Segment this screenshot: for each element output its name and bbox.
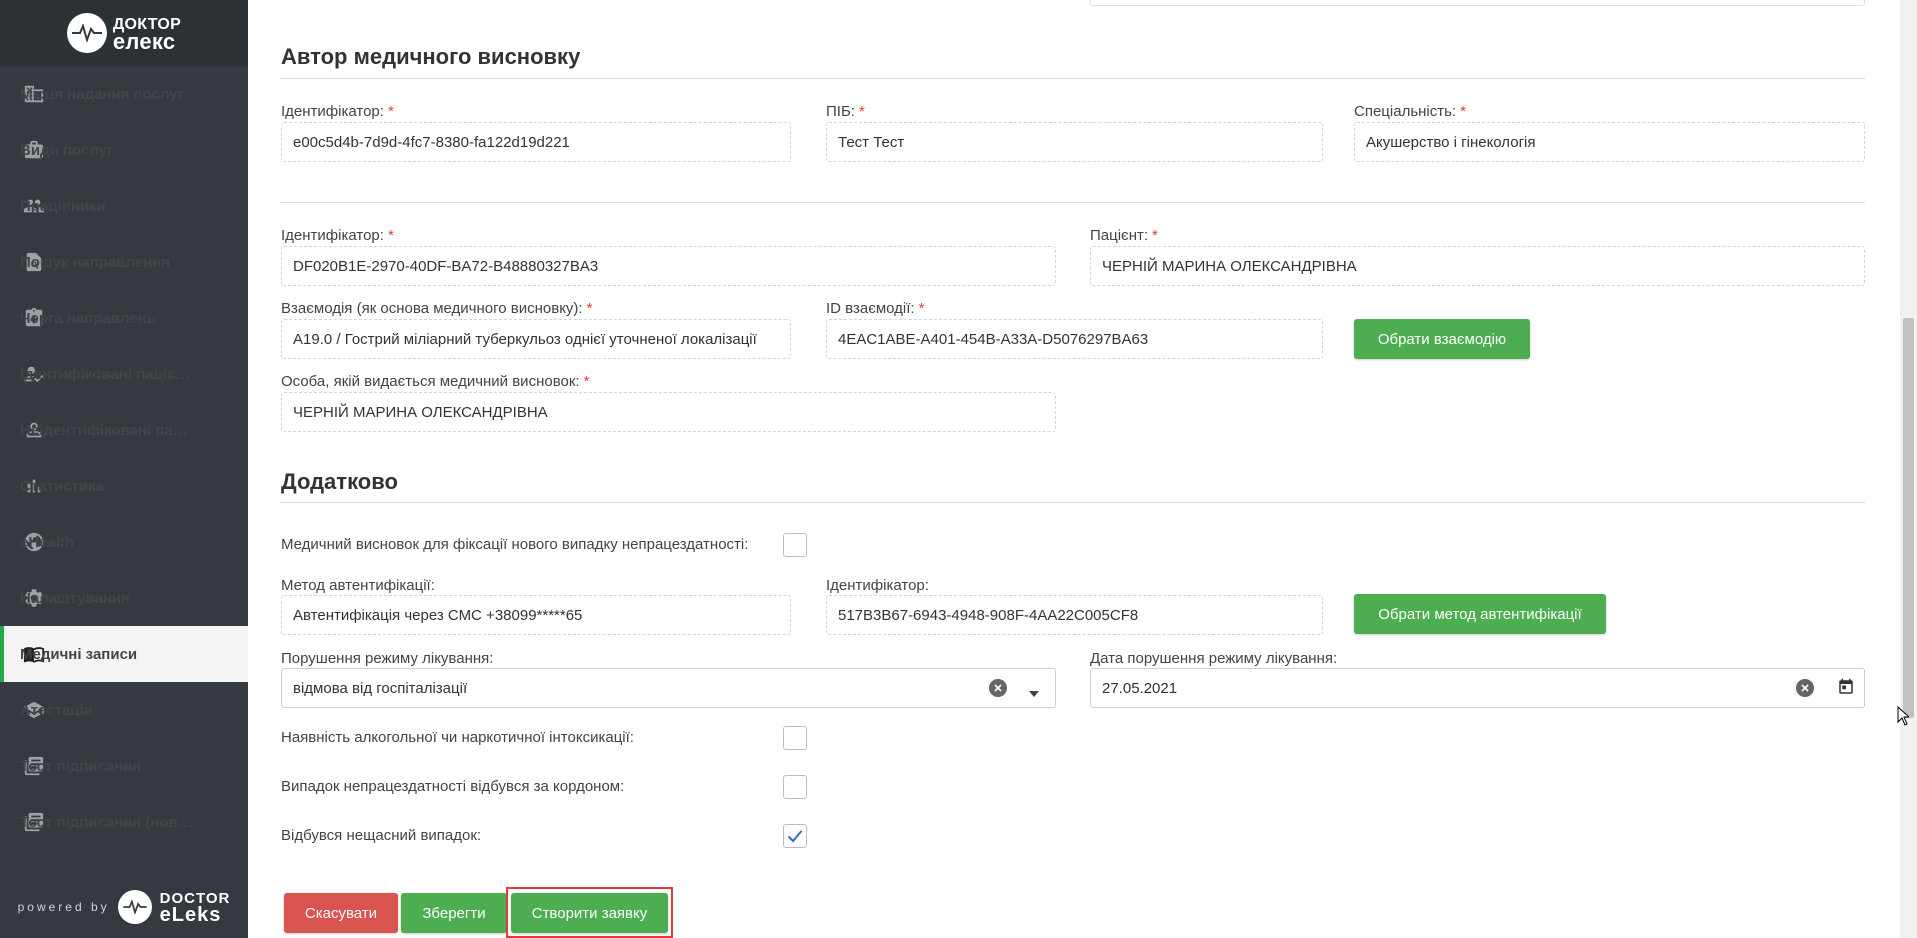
sidebar-item-referral-search[interactable]: Пошук направлення bbox=[0, 234, 248, 290]
accident-checkbox[interactable] bbox=[783, 824, 807, 848]
clear-icon[interactable] bbox=[1796, 679, 1814, 697]
brand-pulse-icon bbox=[66, 13, 107, 53]
new-case-checkbox[interactable] bbox=[783, 533, 807, 557]
interaction-id-label: ID взаємодії: * bbox=[826, 300, 925, 317]
sidebar-nav: Місця надання послуг Види послуг Працівн… bbox=[0, 66, 248, 850]
violation-select[interactable]: відмова від госпіталізації bbox=[281, 668, 1056, 708]
footer-brand-bottom: eLeks bbox=[159, 904, 222, 926]
sidebar-item-label: Тест підписання (новий) bbox=[20, 813, 195, 831]
violation-date-value: 27.05.2021 bbox=[1102, 679, 1178, 697]
patient-label: Пацієнт: * bbox=[1090, 227, 1158, 244]
brand-name-bottom: елекс bbox=[112, 29, 176, 54]
sidebar-item-label: Неідентифіковані пацієнти bbox=[20, 421, 195, 439]
new-case-label: Медичний висновок для фіксації нового ви… bbox=[281, 536, 749, 553]
sidebar-item-statistics[interactable]: Статистика bbox=[0, 458, 248, 514]
checkmark-icon bbox=[787, 830, 803, 843]
sidebar-item-ehealth[interactable]: eHealth bbox=[0, 514, 248, 570]
auth-id-label: Ідентифікатор: bbox=[826, 577, 929, 594]
sidebar-item-label: Пошук направлення bbox=[20, 253, 170, 271]
sidebar-item-label: Ідентифіковані пацієнти bbox=[20, 365, 195, 383]
sidebar-item-signing-test-new[interactable]: Тест підписання (новий) bbox=[0, 794, 248, 850]
intoxication-checkbox[interactable] bbox=[783, 726, 807, 750]
author-specialty-label: Спеціальність: * bbox=[1354, 103, 1466, 120]
sidebar-item-label: Медичні записи bbox=[20, 645, 138, 663]
calendar-icon[interactable] bbox=[1837, 678, 1855, 701]
sidebar-item-signing-test[interactable]: Тест підписання bbox=[0, 738, 248, 794]
clear-icon[interactable] bbox=[989, 679, 1007, 697]
auth-method-field[interactable]: Автентифікація через СМС +38099*****65 bbox=[281, 595, 791, 635]
person-field[interactable]: ЧЕРНІЙ МАРИНА ОЛЕКСАНДРІВНА bbox=[281, 392, 1056, 432]
sidebar-item-employees[interactable]: Працівники bbox=[0, 178, 248, 234]
abroad-label: Випадок непрацездатності відбувся за кор… bbox=[281, 778, 625, 795]
patient-field[interactable]: ЧЕРНІЙ МАРИНА ОЛЕКСАНДРІВНА bbox=[1090, 246, 1865, 286]
sidebar: ДОКТОР елекс Місця надання послуг Види п… bbox=[0, 0, 248, 938]
choose-interaction-button[interactable]: Обрати взаємодію bbox=[1354, 319, 1530, 359]
sidebar-item-label: Види послуг bbox=[20, 141, 114, 159]
sidebar-item-unidentified-patients[interactable]: Неідентифіковані пацієнти bbox=[0, 402, 248, 458]
brand-logo[interactable]: ДОКТОР елекс bbox=[0, 0, 248, 66]
previous-field bbox=[1090, 0, 1865, 6]
choose-auth-method-button[interactable]: Обрати метод автентифікації bbox=[1354, 594, 1606, 634]
vertical-scrollbar[interactable] bbox=[1900, 0, 1917, 938]
auth-id-field[interactable]: 517B3B67-6943-4948-908F-4AA22C005CF8 bbox=[826, 595, 1323, 635]
author-name-label: ПІБ: * bbox=[826, 103, 865, 120]
save-button[interactable]: Зберегти bbox=[401, 893, 507, 933]
sidebar-item-label: Тест підписання bbox=[20, 757, 142, 775]
accident-label: Відбувся нещасний випадок: bbox=[281, 827, 482, 844]
person-label: Особа, якій видається медичний висновок:… bbox=[281, 373, 590, 390]
create-request-button[interactable]: Створити заявку bbox=[511, 893, 668, 933]
sidebar-item-service-places[interactable]: Місця надання послуг bbox=[0, 66, 248, 122]
sidebar-item-label: Працівники bbox=[20, 197, 106, 215]
sidebar-item-label: Статистика bbox=[20, 477, 104, 495]
sidebar-item-referral-queue[interactable]: Черга направлень bbox=[0, 290, 248, 346]
additional-section-title: Додатково bbox=[281, 469, 398, 494]
record-id-label: Ідентифікатор: * bbox=[281, 227, 394, 244]
sidebar-item-service-types[interactable]: Види послуг bbox=[0, 122, 248, 178]
violation-date-label: Дата порушення режиму лікування: bbox=[1090, 650, 1338, 667]
section-divider bbox=[281, 202, 1865, 203]
author-id-label: Ідентифікатор: * bbox=[281, 103, 394, 120]
sidebar-item-identified-patients[interactable]: Ідентифіковані пацієнти bbox=[0, 346, 248, 402]
violation-date-field[interactable]: 27.05.2021 bbox=[1090, 668, 1865, 708]
mouse-cursor-icon bbox=[1897, 705, 1911, 731]
interaction-id-field[interactable]: 4EAC1ABE-A401-454B-A33A-D5076297BA63 bbox=[826, 319, 1323, 359]
author-specialty-field[interactable]: Акушерство і гінекологія bbox=[1354, 122, 1865, 162]
abroad-checkbox[interactable] bbox=[783, 775, 807, 799]
author-id-field[interactable]: e00c5d4b-7d9d-4fc7-8380-fa122d19d221 bbox=[281, 122, 791, 162]
sidebar-item-attestation[interactable]: Атестація bbox=[0, 682, 248, 738]
violation-select-value: відмова від госпіталізації bbox=[293, 679, 468, 697]
intoxication-label: Наявність алкогольної чи наркотичної інт… bbox=[281, 729, 634, 746]
cancel-button[interactable]: Скасувати bbox=[284, 893, 398, 933]
author-section-title: Автор медичного висновку bbox=[281, 44, 581, 69]
sidebar-item-label: Налаштування bbox=[20, 589, 130, 607]
sidebar-item-label: Черга направлень bbox=[20, 309, 156, 327]
sidebar-item-label: eHealth bbox=[20, 533, 75, 551]
sidebar-item-label: Атестація bbox=[20, 701, 93, 719]
violation-label: Порушення режиму лікування: bbox=[281, 650, 494, 667]
interaction-field[interactable]: A19.0 / Гострий міліарний туберкульоз од… bbox=[281, 319, 791, 359]
sidebar-item-label: Місця надання послуг bbox=[20, 85, 184, 103]
powered-by: powered by DOCTOR eLeks bbox=[0, 890, 248, 926]
main-content: Автор медичного висновку Ідентифікатор: *… bbox=[248, 0, 1897, 938]
sidebar-item-settings[interactable]: Налаштування bbox=[0, 570, 248, 626]
interaction-label: Взаємодія (як основа медичного висновку)… bbox=[281, 300, 593, 317]
record-id-field[interactable]: DF020B1E-2970-40DF-BA72-B48880327BA3 bbox=[281, 246, 1056, 286]
section-divider bbox=[281, 502, 1865, 503]
powered-by-label: powered by bbox=[17, 900, 110, 914]
auth-method-label: Метод автентифікації: bbox=[281, 577, 435, 594]
sidebar-item-medical-records[interactable]: Медичні записи bbox=[0, 626, 248, 682]
brand-pulse-icon bbox=[117, 890, 152, 924]
scrollbar-thumb[interactable] bbox=[1903, 318, 1914, 718]
author-name-field[interactable]: Тест Тест bbox=[826, 122, 1323, 162]
section-divider bbox=[281, 78, 1865, 79]
chevron-down-icon[interactable] bbox=[1029, 684, 1039, 702]
